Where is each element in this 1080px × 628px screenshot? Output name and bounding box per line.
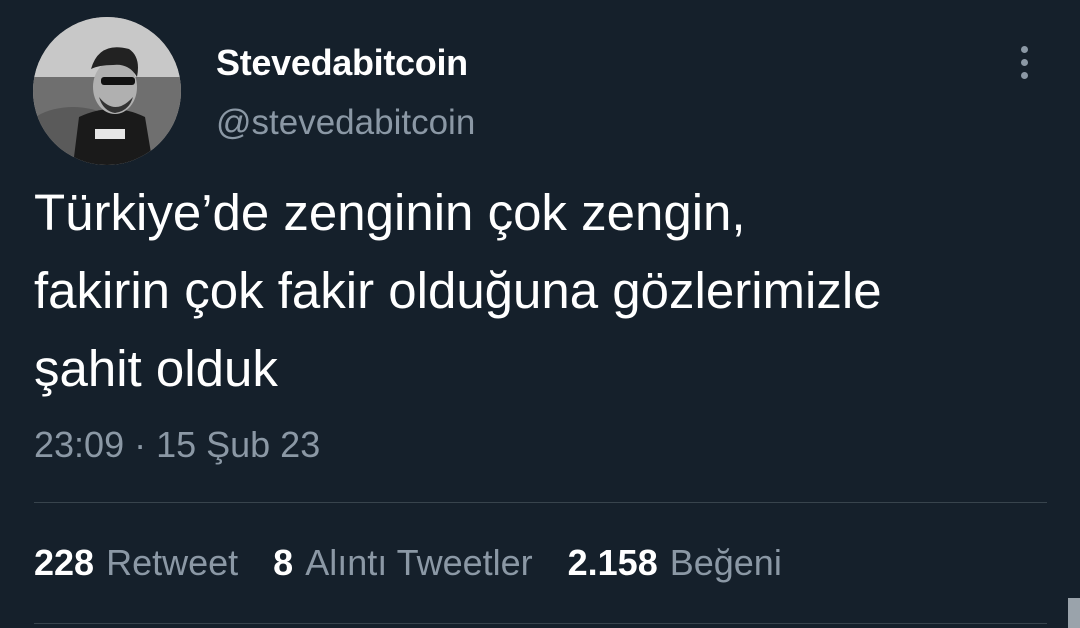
retweets-stat[interactable]: 228 Retweet	[34, 542, 238, 584]
quote-tweets-count: 8	[273, 542, 294, 583]
scrollbar-thumb[interactable]	[1068, 598, 1080, 628]
likes-count: 2.158	[567, 542, 658, 583]
tweet-text-line: Türkiye’de zenginin çok zengin,	[34, 184, 746, 241]
avatar-photo	[33, 17, 181, 165]
retweets-count: 228	[34, 542, 95, 583]
tweet-text-line: şahit olduk	[34, 340, 278, 397]
display-name[interactable]: Stevedabitcoin	[216, 42, 468, 84]
more-vertical-icon-dot	[1020, 71, 1028, 79]
avatar[interactable]	[33, 17, 181, 165]
user-handle[interactable]: @stevedabitcoin	[216, 103, 475, 143]
divider	[34, 502, 1047, 503]
tweet-text-line: fakirin çok fakir olduğuna gözlerimizle	[34, 262, 882, 319]
more-options-button[interactable]	[1006, 40, 1042, 84]
tweet-card: Stevedabitcoin @stevedabitcoin Türkiye’d…	[0, 0, 1080, 628]
tweet-timestamp[interactable]: 23:09 · 15 Şub 23	[34, 424, 320, 466]
likes-stat[interactable]: 2.158 Beğeni	[568, 542, 782, 584]
tweet-text: Türkiye’de zenginin çok zengin, fakirin …	[34, 174, 1064, 408]
tweet-stats: 228 Retweet 8 Alıntı Tweetler 2.158 Beğe…	[34, 542, 817, 584]
divider	[34, 623, 1047, 624]
retweets-label: Retweet	[106, 542, 239, 583]
more-vertical-icon-dot	[1020, 58, 1028, 66]
more-vertical-icon	[1020, 45, 1028, 53]
likes-label: Beğeni	[669, 542, 782, 583]
quote-tweets-label: Alıntı Tweetler	[305, 542, 533, 583]
quote-tweets-stat[interactable]: 8 Alıntı Tweetler	[273, 542, 532, 584]
